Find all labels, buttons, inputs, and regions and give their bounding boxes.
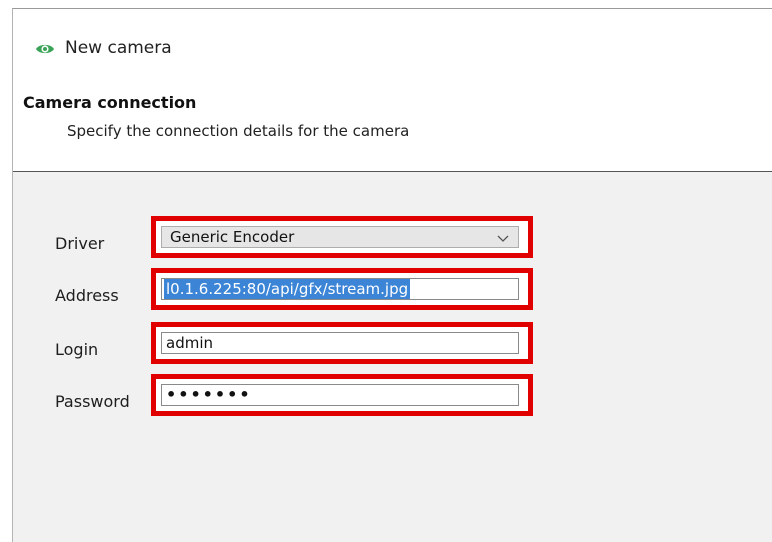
login-input[interactable]: admin: [161, 332, 519, 354]
address-label: Address: [55, 286, 119, 305]
driver-value: Generic Encoder: [170, 228, 295, 246]
address-input[interactable]: l0.1.6.225:80/api/gfx/stream.jpg: [161, 278, 519, 300]
login-label: Login: [55, 340, 99, 359]
chevron-down-icon[interactable]: [496, 230, 510, 244]
login-value: admin: [166, 334, 213, 352]
address-value: l0.1.6.225:80/api/gfx/stream.jpg: [164, 279, 411, 299]
connection-form: Driver Generic Encoder Address l0.1.6.22…: [13, 172, 772, 542]
new-camera-dialog: New camera Camera connection Specify the…: [12, 8, 772, 542]
dialog-title: New camera: [65, 38, 172, 58]
password-highlight: •••••••: [151, 374, 533, 416]
dialog-titlebar: New camera: [35, 35, 172, 61]
password-label: Password: [55, 392, 130, 411]
driver-highlight: Generic Encoder: [151, 216, 533, 258]
password-value: •••••••: [166, 385, 252, 404]
eye-icon: [35, 41, 55, 55]
wizard-header: Camera connection Specify the connection…: [23, 93, 772, 140]
section-subtitle: Specify the connection details for the c…: [67, 122, 410, 140]
driver-select[interactable]: Generic Encoder: [161, 226, 519, 248]
section-title: Camera connection: [23, 93, 197, 112]
driver-label: Driver: [55, 234, 105, 253]
password-input[interactable]: •••••••: [161, 384, 519, 406]
login-highlight: admin: [151, 322, 533, 364]
address-highlight: l0.1.6.225:80/api/gfx/stream.jpg: [151, 268, 533, 310]
